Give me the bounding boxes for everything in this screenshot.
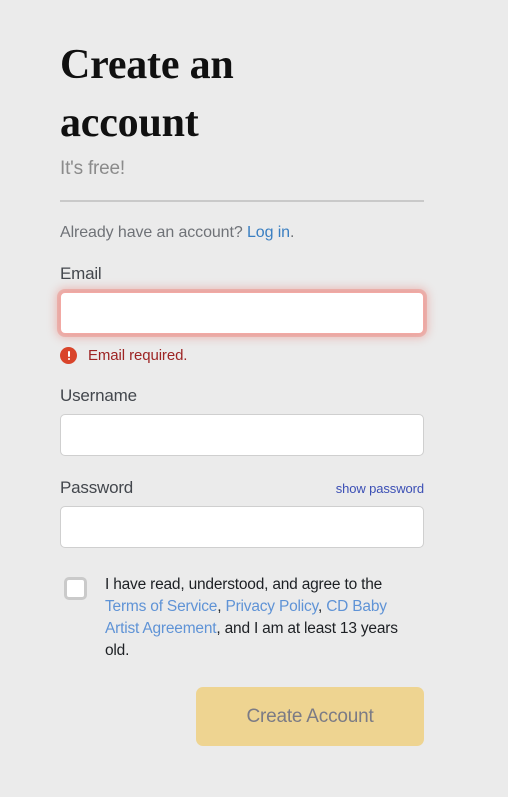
password-field-group: Password show password bbox=[60, 478, 424, 548]
email-label: Email bbox=[60, 264, 102, 283]
login-prompt-trailing: . bbox=[289, 224, 295, 241]
email-error: Email required. bbox=[60, 347, 424, 364]
terms-separator-2: , bbox=[317, 598, 327, 615]
password-field-header: Password show password bbox=[60, 478, 424, 498]
username-input[interactable] bbox=[60, 414, 424, 456]
page-title: Create an account bbox=[60, 42, 234, 146]
terms-agreement-text: I have read, understood, and agree to th… bbox=[105, 574, 424, 662]
create-account-button[interactable]: Create Account bbox=[196, 687, 424, 746]
email-input[interactable] bbox=[60, 292, 424, 334]
login-prompt-text: Already have an account? bbox=[60, 224, 247, 241]
terms-of-service-link[interactable]: Terms of Service bbox=[105, 598, 217, 615]
email-field-header: Email bbox=[60, 264, 424, 284]
show-password-toggle[interactable]: show password bbox=[336, 481, 424, 496]
terms-agreement-row: I have read, understood, and agree to th… bbox=[60, 574, 424, 662]
signup-page: Create an account It's free! Already hav… bbox=[0, 0, 508, 797]
email-field-group: Email Email required. bbox=[60, 264, 424, 364]
username-field-group: Username bbox=[60, 386, 424, 456]
password-label: Password bbox=[60, 478, 134, 497]
login-prompt: Already have an account? Log in. bbox=[60, 202, 424, 242]
terms-checkbox[interactable] bbox=[64, 577, 87, 600]
username-field-header: Username bbox=[60, 386, 424, 406]
signup-form: Create an account It's free! Already hav… bbox=[60, 0, 424, 746]
username-label: Username bbox=[60, 386, 137, 405]
terms-text-part1: I have read, understood, and agree to th… bbox=[105, 576, 383, 593]
log-in-link[interactable]: Log in bbox=[247, 224, 290, 241]
password-input[interactable] bbox=[60, 506, 424, 548]
email-error-text: Email required. bbox=[88, 347, 188, 364]
page-subtitle: It's free! bbox=[60, 158, 125, 179]
submit-row: Create Account bbox=[60, 687, 424, 746]
alert-circle-icon bbox=[60, 347, 77, 364]
privacy-policy-link[interactable]: Privacy Policy bbox=[225, 598, 318, 615]
